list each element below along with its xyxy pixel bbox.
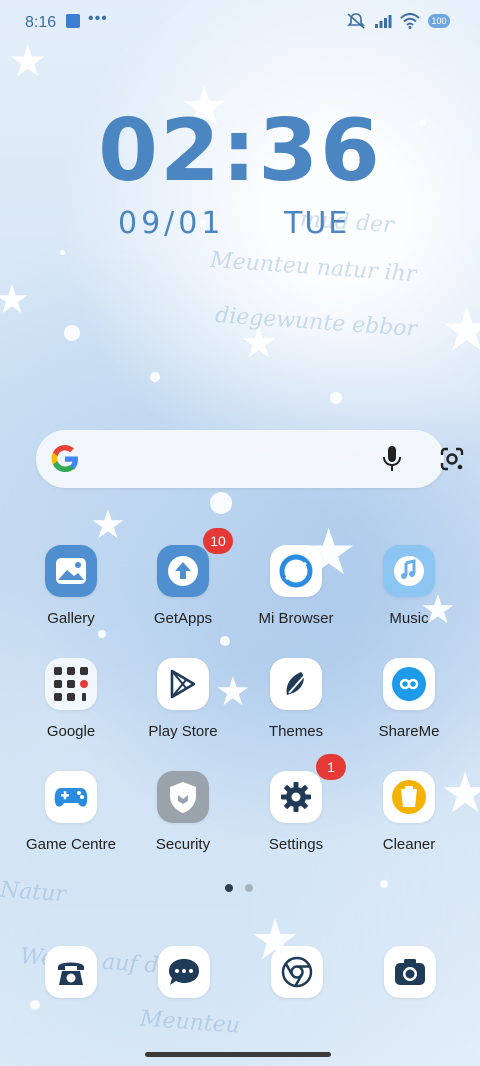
page-dot-active bbox=[225, 884, 233, 892]
shareme-icon bbox=[383, 658, 435, 710]
app-label: Google bbox=[46, 723, 96, 740]
clock-time: 02:36 bbox=[98, 101, 382, 201]
app-label: Security bbox=[155, 836, 211, 853]
notification-badge: 1 bbox=[316, 754, 346, 780]
notification-app-icon bbox=[66, 14, 80, 28]
google-search-bar[interactable] bbox=[36, 430, 464, 488]
google-folder-icon bbox=[45, 658, 97, 710]
notification-badge: 10 bbox=[203, 528, 233, 554]
settings-icon: 1 bbox=[270, 754, 346, 823]
messages-icon[interactable] bbox=[158, 946, 210, 998]
music-icon bbox=[383, 545, 435, 597]
page-indicator[interactable] bbox=[225, 884, 253, 892]
status-time: 8:16 bbox=[25, 14, 57, 31]
signal-icon bbox=[375, 15, 392, 28]
gallery-icon bbox=[45, 545, 97, 597]
clock-date: 09/01 bbox=[118, 206, 225, 241]
phone-icon[interactable] bbox=[45, 946, 97, 998]
page-dot bbox=[245, 884, 253, 892]
app-gallery[interactable]: Gallery bbox=[16, 545, 126, 627]
security-icon bbox=[157, 771, 209, 823]
app-cleaner[interactable]: Cleaner bbox=[354, 771, 464, 853]
themes-icon bbox=[270, 658, 322, 710]
more-notifications-icon: ••• bbox=[88, 10, 108, 27]
app-play-store[interactable]: Play Store bbox=[128, 658, 238, 740]
gesture-home-bar[interactable] bbox=[145, 1052, 331, 1057]
google-lens-icon[interactable] bbox=[439, 446, 465, 472]
app-label: Game Centre bbox=[25, 836, 117, 853]
silent-icon bbox=[347, 13, 365, 29]
google-g-icon bbox=[51, 445, 78, 472]
microphone-icon[interactable] bbox=[382, 445, 402, 473]
chrome-icon[interactable] bbox=[271, 946, 323, 998]
app-shareme[interactable]: ShareMe bbox=[354, 658, 464, 740]
clock-widget[interactable]: 02:36 09/01 TUE bbox=[0, 101, 480, 241]
status-bar: 8:16 ••• 100 bbox=[0, 0, 480, 44]
app-label: ShareMe bbox=[378, 723, 440, 740]
clock-day: TUE bbox=[284, 206, 350, 241]
app-settings[interactable]: 1 Settings bbox=[241, 754, 351, 853]
app-google-folder[interactable]: Google bbox=[16, 658, 126, 740]
app-label: Play Store bbox=[148, 723, 218, 740]
app-label: Cleaner bbox=[382, 836, 436, 853]
cleaner-icon bbox=[383, 771, 435, 823]
app-security[interactable]: Security bbox=[128, 771, 238, 853]
app-label: Settings bbox=[268, 836, 324, 853]
app-themes[interactable]: Themes bbox=[241, 658, 351, 740]
camera-icon[interactable] bbox=[384, 946, 436, 998]
app-getapps[interactable]: 10 GetApps bbox=[128, 528, 238, 627]
getapps-icon: 10 bbox=[157, 528, 233, 597]
play-store-icon bbox=[157, 658, 209, 710]
game-centre-icon bbox=[45, 771, 97, 823]
battery-icon: 100 bbox=[428, 14, 450, 28]
wifi-icon bbox=[400, 13, 420, 29]
app-label: Themes bbox=[268, 723, 324, 740]
app-music[interactable]: Music bbox=[354, 545, 464, 627]
app-label: Mi Browser bbox=[258, 610, 334, 627]
app-mi-browser[interactable]: Mi Browser bbox=[241, 545, 351, 627]
mi-browser-icon bbox=[270, 545, 322, 597]
app-label: GetApps bbox=[153, 610, 213, 627]
app-game-centre[interactable]: Game Centre bbox=[16, 771, 126, 853]
app-label: Gallery bbox=[47, 610, 95, 627]
app-label: Music bbox=[389, 610, 429, 627]
